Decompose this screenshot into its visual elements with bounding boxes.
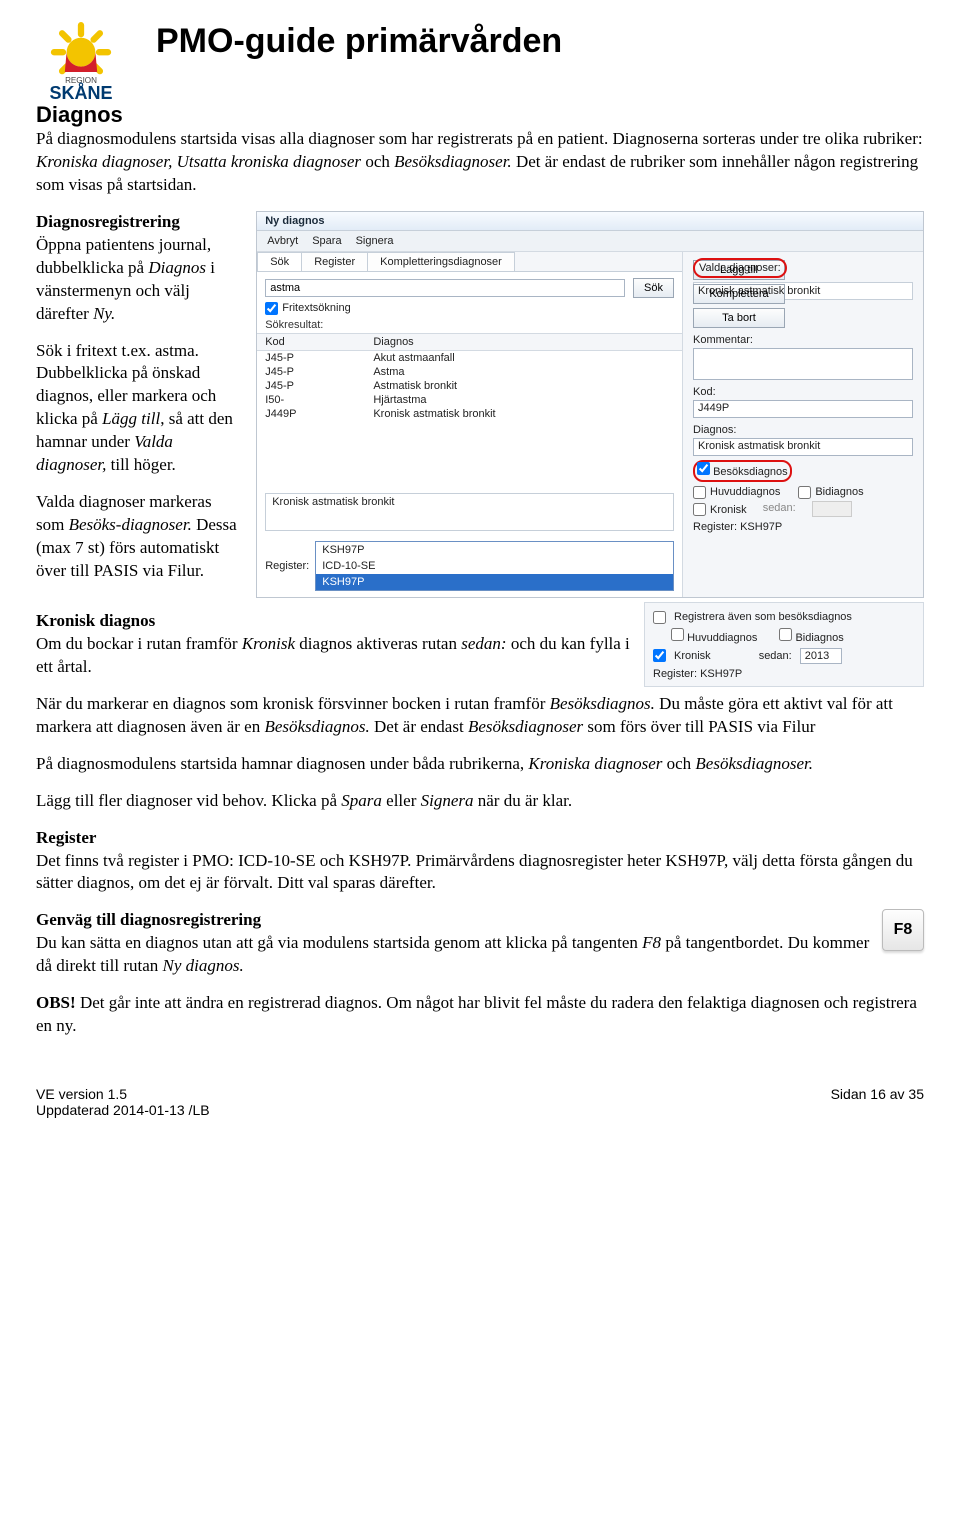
section-heading: Diagnos [36,102,924,128]
valda-paragraph: Valda diagnoser markeras som Besöks-diag… [36,491,242,583]
toolbar-spara[interactable]: Spara [312,235,341,247]
tab-sok[interactable]: Sök [257,252,302,271]
footer-left: VE version 1.5 Uppdaterad 2014-01-13 /LB [36,1086,210,1118]
toolbar-avbryt[interactable]: Avbryt [267,235,298,247]
kronisk-checkbox-2[interactable] [653,649,666,662]
selected-listbox[interactable]: Kronisk astmatisk bronkit [265,493,674,531]
after-kronisk-p1: När du markerar en diagnos som kronisk f… [36,693,924,739]
diagnosregistrering-paragraph: Diagnosregistrering Öppna patientens jou… [36,211,242,326]
huvuddiagnos-checkbox[interactable] [693,486,706,499]
search-instructions: Sök i fritext t.ex. astma. Dubbelklicka … [36,340,242,478]
table-row[interactable]: J45-PAkut astmaanfall [257,350,682,365]
diagnos-field[interactable]: Kronisk astmatisk bronkit [693,438,913,456]
year-field[interactable]: 2013 [800,648,842,664]
sedan-label: sedan: [763,502,796,514]
table-row[interactable]: J449PKronisk astmatisk bronkit [257,407,682,421]
toolbar: Avbryt Spara Signera [257,231,923,252]
register-text: Register: KSH97P [693,521,913,533]
diagnos-label: Diagnos: [693,424,913,436]
register-label: Register: [265,560,309,572]
ny-diagnos-screenshot: Ny diagnos Avbryt Spara Signera Sök Regi… [256,211,924,598]
kronisk-checkbox[interactable] [693,503,706,516]
after-kronisk-p2: På diagnosmodulens startsida hamnar diag… [36,753,924,776]
remove-button[interactable]: Ta bort [693,308,785,328]
skane-logo: REGION SKÅNE [36,18,126,108]
result-label: Sökresultat: [257,317,682,331]
intro-paragraph: På diagnosmodulens startsida visas alla … [36,128,924,197]
freetext-label: Fritextsökning [282,302,350,314]
register-text-2: Register: KSH97P [653,668,915,680]
besoksdiagnos-checkbox[interactable] [697,462,710,475]
obs-paragraph: OBS! Det går inte att ändra en registrer… [36,992,924,1038]
table-row[interactable]: I50-Hjärtastma [257,393,682,407]
logo-name-text: SKÅNE [49,83,112,103]
table-row[interactable]: J45-PAstma [257,365,682,379]
kod-field[interactable]: J449P [693,400,913,418]
bi-checkbox-2[interactable] [779,628,792,641]
tab-register[interactable]: Register [301,252,368,271]
register-select[interactable]: KSH97P ICD-10-SE KSH97P [315,541,674,591]
kronisk-screenshot: Registrera även som besöksdiagnos Huvudd… [644,602,924,687]
freetext-checkbox[interactable] [265,302,278,315]
toolbar-signera[interactable]: Signera [356,235,394,247]
search-button[interactable]: Sök [633,278,674,298]
f8-key-icon: F8 [882,909,924,951]
bidiagnos-checkbox[interactable] [798,486,811,499]
result-table: KodDiagnos J45-PAkut astmaanfall J45-PAs… [257,333,682,421]
after-kronisk-p3: Lägg till fler diagnoser vid behov. Klic… [36,790,924,813]
sedan-field [812,501,852,517]
comment-label: Kommentar: [693,334,913,346]
table-row[interactable]: J45-PAstmatisk bronkit [257,379,682,393]
shortcut-paragraph: Genväg till diagnosregistrering Du kan s… [36,909,924,978]
kod-label: Kod: [693,386,913,398]
register-paragraph: Register Det finns två register i PMO: I… [36,827,924,896]
tab-komplettering[interactable]: Kompletteringsdiagnoser [367,252,515,271]
comment-field[interactable] [693,348,913,380]
search-input[interactable] [265,279,625,297]
page-title: PMO-guide primärvården [156,22,562,61]
window-title: Ny diagnos [257,212,923,231]
reg-also-checkbox[interactable] [653,611,666,624]
huvud-checkbox-2[interactable] [671,628,684,641]
footer-right: Sidan 16 av 35 [831,1086,924,1118]
